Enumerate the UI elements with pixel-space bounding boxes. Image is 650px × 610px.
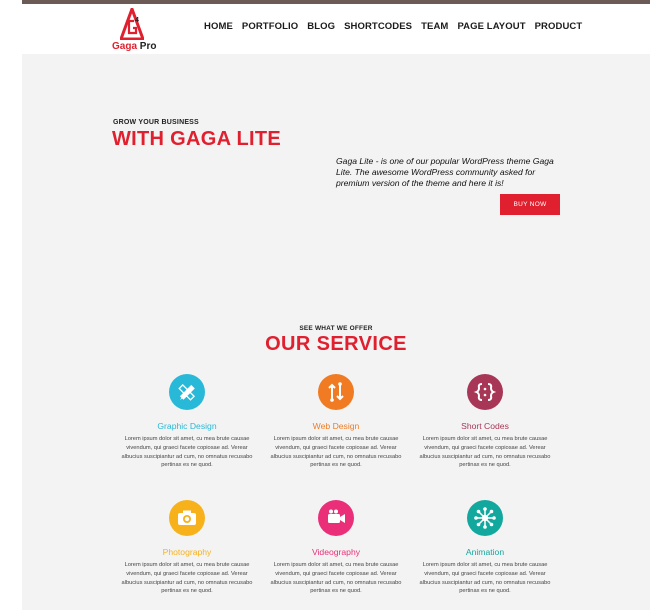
svg-text:4: 4 — [135, 17, 139, 24]
main-content: GROW YOUR BUSINESS WITH GAGA LITE Gaga L… — [22, 54, 650, 610]
hero-title: WITH GAGA LITE — [112, 128, 281, 150]
services-title: OUR SERVICE — [265, 333, 407, 355]
nav-item-blog[interactable]: BLOG — [307, 21, 335, 32]
service-card-animation[interactable]: Animation Lorem ipsum dolor sit amet, cu… — [410, 500, 560, 596]
service-title: Videography — [311, 547, 361, 557]
site-header: 4 Gaga Pro HOME PORTFOLIO BLOG SHORTCODE… — [22, 4, 650, 54]
service-text: Lorem ipsum dolor sit amet, cu mea brute… — [270, 436, 402, 469]
logo-name: Gaga — [112, 41, 138, 52]
video-camera-icon — [318, 500, 354, 536]
buy-now-button[interactable]: BUY NOW — [500, 194, 560, 215]
service-text: Lorem ipsum dolor sit amet, cu mea brute… — [121, 436, 253, 469]
service-text: Lorem ipsum dolor sit amet, cu mea brute… — [419, 562, 551, 595]
nav-item-page-layout[interactable]: PAGE LAYOUT — [457, 21, 525, 32]
service-text: Lorem ipsum dolor sit amet, cu mea brute… — [270, 562, 402, 595]
logo-text: Gaga Pro — [112, 41, 156, 52]
logo-g-icon: 4 — [120, 8, 144, 40]
code-braces-icon — [467, 374, 503, 410]
pencil-ruler-icon — [169, 374, 205, 410]
site-logo[interactable]: 4 Gaga Pro — [112, 8, 156, 52]
service-title: Photography — [162, 547, 212, 557]
service-title: Web Design — [312, 421, 360, 431]
service-card-videography[interactable]: Videography Lorem ipsum dolor sit amet, … — [261, 500, 411, 596]
network-icon — [467, 500, 503, 536]
service-title: Graphic Design — [157, 421, 217, 431]
swap-arrows-icon — [318, 374, 354, 410]
nav-item-product[interactable]: PRODUCT — [535, 21, 583, 32]
main-nav: HOME PORTFOLIO BLOG SHORTCODES TEAM PAGE… — [204, 21, 582, 32]
camera-icon — [169, 500, 205, 536]
service-title: Short Codes — [461, 421, 509, 431]
services-kicker: SEE WHAT WE OFFER — [299, 325, 373, 332]
service-text: Lorem ipsum dolor sit amet, cu mea brute… — [121, 562, 253, 595]
service-card-graphic-design[interactable]: Graphic Design Lorem ipsum dolor sit ame… — [112, 374, 262, 470]
service-card-photography[interactable]: Photography Lorem ipsum dolor sit amet, … — [112, 500, 262, 596]
logo-suffix: Pro — [139, 41, 157, 52]
nav-item-team[interactable]: TEAM — [421, 21, 448, 32]
nav-item-home[interactable]: HOME — [204, 21, 233, 32]
hero-kicker: GROW YOUR BUSINESS — [113, 119, 199, 126]
service-card-short-codes[interactable]: Short Codes Lorem ipsum dolor sit amet, … — [410, 374, 560, 470]
service-title: Animation — [465, 547, 505, 557]
service-text: Lorem ipsum dolor sit amet, cu mea brute… — [419, 436, 551, 469]
service-card-web-design[interactable]: Web Design Lorem ipsum dolor sit amet, c… — [261, 374, 411, 470]
nav-item-portfolio[interactable]: PORTFOLIO — [242, 21, 298, 32]
hero-description: Gaga Lite - is one of our popular WordPr… — [336, 156, 554, 188]
nav-item-shortcodes[interactable]: SHORTCODES — [344, 21, 412, 32]
